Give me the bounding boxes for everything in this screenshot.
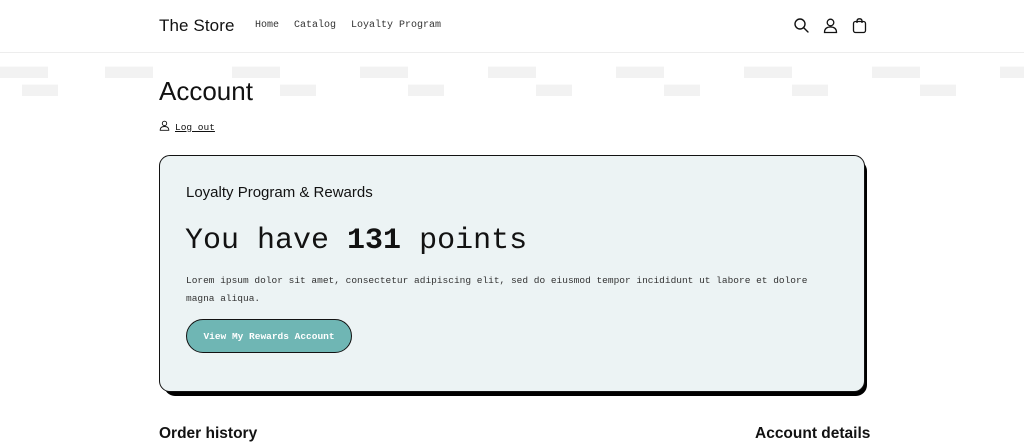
nav-catalog[interactable]: Catalog (294, 20, 336, 31)
nav-home[interactable]: Home (255, 20, 279, 31)
account-details-heading: Account details (755, 425, 871, 442)
cart-icon[interactable] (851, 17, 868, 34)
search-icon[interactable] (793, 17, 810, 34)
order-history-heading: Order history (159, 425, 258, 442)
nav-loyalty-program[interactable]: Loyalty Program (351, 20, 441, 31)
loyalty-description: Lorem ipsum dolor sit amet, consectetur … (186, 275, 808, 304)
points-display: You have 131 points (185, 224, 527, 258)
user-icon (159, 118, 170, 136)
points-prefix: You have (185, 224, 330, 258)
store-logo[interactable]: The Store (159, 16, 235, 36)
loyalty-heading: Loyalty Program & Rewards (186, 184, 373, 201)
points-value: 131 (347, 224, 402, 258)
site-header: The Store Home Catalog Loyalty Program (0, 0, 1024, 53)
points-suffix: points (419, 224, 528, 258)
logout-link-group[interactable]: Log out (159, 118, 215, 136)
loyalty-card: Loyalty Program & Rewards You have 131 p… (159, 155, 865, 392)
view-rewards-button[interactable]: View My Rewards Account (186, 319, 352, 353)
logout-link[interactable]: Log out (175, 122, 215, 133)
faded-background-pattern: ████████ ████████ ████████ ████████ ████… (0, 68, 1024, 97)
account-icon[interactable] (822, 17, 839, 34)
page-title: Account (159, 76, 253, 106)
main-nav: Home Catalog Loyalty Program (255, 20, 441, 31)
header-icons (793, 17, 868, 34)
